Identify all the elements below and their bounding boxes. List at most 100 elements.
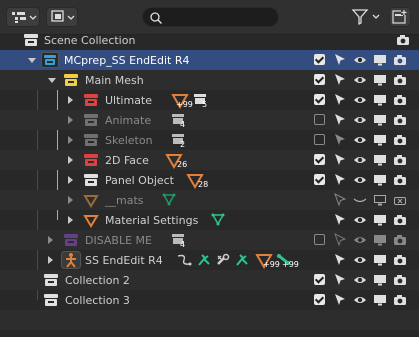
- tree-row-collection-2[interactable]: Collection 2: [0, 270, 419, 290]
- exclude-checkbox[interactable]: [314, 234, 325, 245]
- eye-closed-icon[interactable]: [353, 193, 367, 207]
- expand-arrow[interactable]: [68, 96, 73, 104]
- tree-row-2d-face[interactable]: 2D Face 26: [0, 150, 419, 170]
- monitor-icon[interactable]: [373, 93, 387, 107]
- select-cursor-icon[interactable]: [333, 73, 347, 87]
- eye-icon[interactable]: [353, 153, 367, 167]
- eye-icon[interactable]: [353, 113, 367, 127]
- select-cursor-icon[interactable]: [333, 53, 347, 67]
- camera-icon[interactable]: [393, 233, 407, 247]
- select-cursor-icon[interactable]: [333, 133, 347, 147]
- expand-arrow[interactable]: [68, 156, 73, 164]
- mesh-data-icon[interactable]: [161, 193, 177, 207]
- select-cursor-icon[interactable]: [333, 113, 347, 127]
- monitor-icon[interactable]: [373, 193, 387, 207]
- eye-icon[interactable]: [353, 213, 367, 227]
- camera-icon[interactable]: [393, 293, 407, 307]
- select-cursor-icon[interactable]: [333, 93, 347, 107]
- exclude-checkbox[interactable]: [314, 134, 325, 145]
- exclude-checkbox[interactable]: [314, 54, 325, 65]
- tree-row-mcprep-collection[interactable]: MCprep_SS EndEdit R4: [0, 50, 419, 70]
- camera-icon[interactable]: [393, 173, 407, 187]
- select-cursor-icon[interactable]: [333, 233, 347, 247]
- monitor-icon[interactable]: [373, 153, 387, 167]
- eye-icon[interactable]: [353, 53, 367, 67]
- monitor-icon[interactable]: [373, 173, 387, 187]
- expand-arrow[interactable]: [68, 116, 73, 124]
- exclude-checkbox[interactable]: [314, 274, 325, 285]
- tree-row-scene-collection[interactable]: Scene Collection: [0, 30, 419, 50]
- expand-arrow[interactable]: [68, 216, 73, 224]
- eye-icon[interactable]: [353, 253, 367, 267]
- exclude-checkbox[interactable]: [314, 294, 325, 305]
- new-collection-button[interactable]: [389, 7, 411, 27]
- monitor-icon[interactable]: [373, 253, 387, 267]
- monitor-icon[interactable]: [373, 233, 387, 247]
- expand-arrow[interactable]: [48, 78, 56, 83]
- tree-row-ultimate[interactable]: Ultimate +99 5: [0, 90, 419, 110]
- monitor-icon[interactable]: [373, 53, 387, 67]
- select-cursor-icon[interactable]: [333, 253, 347, 267]
- tree-row-animate[interactable]: Animate 4: [0, 110, 419, 130]
- tree-row-main-mesh[interactable]: Main Mesh: [0, 70, 419, 90]
- camera-icon[interactable]: [393, 193, 407, 207]
- eye-icon[interactable]: [353, 133, 367, 147]
- modifier-wrench-icon[interactable]: [215, 253, 231, 267]
- exclude-checkbox[interactable]: [314, 114, 325, 125]
- select-cursor-icon[interactable]: [333, 273, 347, 287]
- camera-icon[interactable]: [393, 73, 407, 87]
- pose-icon[interactable]: [196, 253, 212, 267]
- monitor-icon[interactable]: [373, 113, 387, 127]
- tree-row-panel-object[interactable]: Panel Object 28: [0, 170, 419, 190]
- monitor-icon[interactable]: [373, 293, 387, 307]
- expand-arrow[interactable]: [68, 136, 73, 144]
- camera-icon[interactable]: [393, 153, 407, 167]
- search-input[interactable]: [142, 7, 279, 27]
- camera-icon[interactable]: [393, 213, 407, 227]
- exclude-checkbox[interactable]: [314, 74, 325, 85]
- camera-icon[interactable]: [393, 133, 407, 147]
- select-cursor-icon[interactable]: [333, 173, 347, 187]
- eye-icon[interactable]: [353, 73, 367, 87]
- eye-icon[interactable]: [353, 233, 367, 247]
- expand-arrow[interactable]: [28, 58, 36, 63]
- eye-icon[interactable]: [353, 273, 367, 287]
- expand-arrow[interactable]: [68, 176, 73, 184]
- camera-icon[interactable]: [393, 113, 407, 127]
- monitor-icon[interactable]: [373, 133, 387, 147]
- view-layer-dropdown[interactable]: [46, 7, 78, 27]
- expand-arrow[interactable]: [48, 236, 53, 244]
- tree-row-material-settings[interactable]: Material Settings: [0, 210, 419, 230]
- filter-dropdown[interactable]: [350, 7, 384, 27]
- display-mode-dropdown[interactable]: [6, 7, 40, 27]
- tree-row-collection-3[interactable]: Collection 3: [0, 290, 419, 310]
- tree-row-skeleton[interactable]: Skeleton 2: [0, 130, 419, 150]
- exclude-checkbox[interactable]: [314, 94, 325, 105]
- constraint-icon[interactable]: [176, 253, 192, 267]
- camera-icon[interactable]: [393, 273, 407, 287]
- select-cursor-icon[interactable]: [333, 153, 347, 167]
- monitor-icon[interactable]: [373, 273, 387, 287]
- tree-row-mats[interactable]: __mats: [0, 190, 419, 210]
- camera-icon[interactable]: [396, 33, 410, 47]
- camera-icon[interactable]: [393, 93, 407, 107]
- linked-collection-icon: [41, 52, 59, 68]
- eye-icon[interactable]: [353, 293, 367, 307]
- monitor-icon[interactable]: [373, 73, 387, 87]
- camera-icon[interactable]: [393, 53, 407, 67]
- monitor-icon[interactable]: [373, 213, 387, 227]
- select-cursor-icon[interactable]: [333, 193, 347, 207]
- select-cursor-icon[interactable]: [333, 213, 347, 227]
- select-cursor-icon[interactable]: [333, 293, 347, 307]
- eye-icon[interactable]: [353, 93, 367, 107]
- mesh-data-icon[interactable]: [210, 213, 226, 227]
- eye-icon[interactable]: [353, 173, 367, 187]
- exclude-checkbox[interactable]: [314, 174, 325, 185]
- camera-icon[interactable]: [393, 253, 407, 267]
- expand-arrow[interactable]: [68, 196, 73, 204]
- tree-row-ss-endedit-armature[interactable]: SS EndEdit R4 +99 +99: [0, 250, 419, 270]
- bone-group-icon[interactable]: [234, 253, 250, 267]
- exclude-checkbox[interactable]: [314, 154, 325, 165]
- tree-row-disable-me[interactable]: DISABLE ME 4: [0, 230, 419, 250]
- expand-arrow[interactable]: [48, 256, 53, 264]
